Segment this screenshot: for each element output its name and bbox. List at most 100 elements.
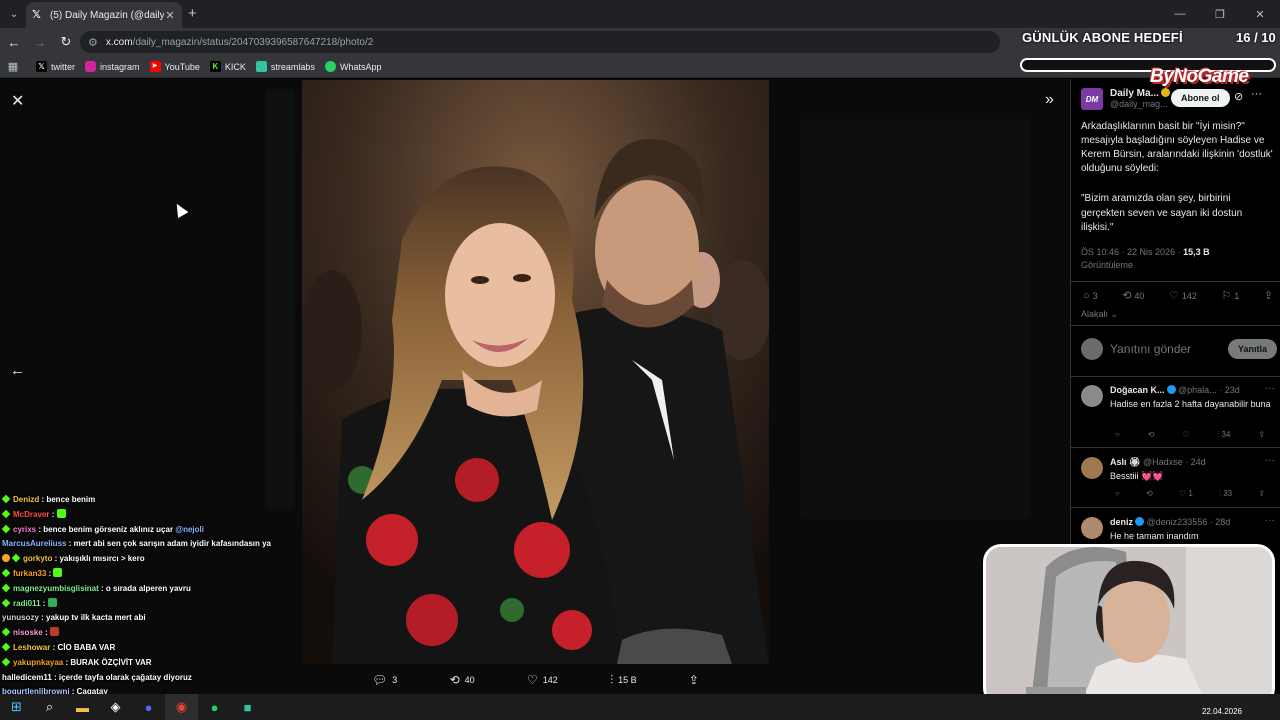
url-field[interactable]: ⚙ x.com/daily_magazin/status/20470393965… [80, 31, 1000, 53]
apps-grid-icon[interactable]: ▦ [0, 60, 26, 73]
heart-icon[interactable]: ♡ [1182, 430, 1189, 440]
repost-icon[interactable]: ⟲ [1146, 489, 1153, 499]
bookmark-label: WhatsApp [339, 61, 382, 72]
repost-action[interactable]: ⟲ 40 [450, 673, 475, 687]
whatsapp-icon [324, 61, 336, 72]
reply-action[interactable]: 💬︎ 3 [372, 673, 397, 687]
bookmark-instagram[interactable]: instagram [85, 61, 140, 72]
subscriber-goal-count: 16 / 10 [1236, 30, 1276, 45]
reply-text: Hadise en fazla 2 hafta dayanabilir buna [1110, 399, 1271, 409]
app-icon[interactable]: ◈ [99, 694, 132, 720]
kick-icon: K [209, 61, 221, 72]
previous-photo-arrow-icon[interactable]: ← [10, 362, 25, 379]
share-icon[interactable]: ⇪ [1258, 430, 1265, 440]
reply-avatar[interactable] [1081, 385, 1103, 407]
browser-tab[interactable]: 𝕏 (5) Daily Magazin (@daily_magazin) / X… [26, 2, 182, 28]
chrome-icon[interactable]: ◉ [165, 694, 198, 720]
more-options-icon[interactable]: ··· [1265, 383, 1275, 394]
stat-replies[interactable]: ○ 3 [1083, 289, 1098, 302]
views-action[interactable]: ⫶ 15 B [610, 673, 637, 688]
more-options-icon[interactable]: ··· [1251, 88, 1262, 100]
bookmark-whatsapp[interactable]: WhatsApp [324, 61, 382, 72]
tweet-photo[interactable] [302, 80, 769, 664]
views-stat[interactable]: ⫶ 34 [1217, 430, 1230, 440]
reply-item[interactable]: Aslı 🏵 @Hadxse · 24d ··· Besstiii 💓💓 ○ ⟲ ♡… [1081, 455, 1277, 512]
related-dropdown[interactable]: Alakalı ⌄ [1081, 309, 1118, 320]
bookmark-label: KICK [224, 61, 246, 72]
new-tab-button[interactable]: + [188, 5, 197, 22]
reply-avatar[interactable] [1081, 517, 1103, 539]
streamlabs-icon[interactable]: ■ [231, 694, 264, 720]
window-controls: — ❐ ✕ [1160, 0, 1280, 28]
bookmark-kick[interactable]: K KICK [209, 61, 246, 72]
reply-text: Besstiii 💓💓 [1110, 471, 1164, 481]
search-icon[interactable]: ⌕ [33, 694, 66, 720]
chat-message: Denizd : bence benim [2, 493, 302, 508]
forward-arrow-icon[interactable]: → [28, 35, 52, 50]
reply-icon[interactable]: ○ [1115, 489, 1120, 499]
tab-search-chevron-icon[interactable]: ⌄ [0, 0, 28, 28]
kick-badge-icon [2, 568, 11, 578]
photo-image [302, 80, 769, 664]
discord-icon[interactable]: ● [132, 694, 165, 720]
heart-icon[interactable]: ♡ 1 [1179, 489, 1193, 499]
spotify-icon[interactable]: ● [198, 694, 231, 720]
bookmark-twitter[interactable]: 𝕏twitter [36, 61, 75, 72]
minimize-icon[interactable]: — [1160, 0, 1200, 28]
share-icon: ⇪ [688, 673, 699, 687]
bookmark-streamlabs[interactable]: streamlabs [255, 61, 315, 72]
author-name: Daily Ma... [1110, 88, 1170, 99]
bookmark-youtube[interactable]: ▶ YouTube [149, 61, 200, 72]
stat-likes[interactable]: ♡ 142 [1169, 289, 1197, 302]
kick-badge-icon [2, 627, 11, 637]
kick-badge-icon [2, 642, 11, 652]
reply-avatar[interactable] [1081, 457, 1103, 479]
reply-item[interactable]: Doğacan K... @phala... · 23d ··· Hadise … [1081, 383, 1277, 445]
webcam-image [986, 547, 1272, 703]
url-path: /daily_magazin/status/204703939658764721… [132, 36, 374, 48]
reload-icon[interactable]: ↻ [54, 34, 78, 50]
bookmark-label: YouTube [164, 61, 200, 72]
tweet-meta: ÖS 10:46 · 22 Nis 2026 · 15,3 B Görüntüle… [1081, 246, 1277, 272]
tab-close-icon[interactable]: ✕ [164, 9, 176, 22]
emote-icon [47, 597, 57, 607]
like-action[interactable]: ♡ 142 [527, 673, 558, 687]
like-count: 142 [542, 675, 558, 685]
reply-input[interactable]: Yanıtını gönder [1110, 342, 1228, 356]
follow-button[interactable]: Abone ol [1171, 89, 1230, 107]
more-options-icon[interactable]: ··· [1265, 515, 1275, 526]
tweet-text: Arkadaşlıklarının basit bir "İyi misin?"… [1081, 121, 1273, 174]
restore-icon[interactable]: ❐ [1200, 0, 1240, 28]
author-avatar[interactable]: DM [1081, 88, 1103, 110]
windows-start-icon[interactable]: ⊞ [0, 694, 33, 720]
stat-reposts[interactable]: ⟲ 40 [1122, 289, 1144, 302]
close-window-icon[interactable]: ✕ [1240, 0, 1280, 28]
chat-message: yakupnkayaa : BURAK ÖZÇİVİT VAR [2, 656, 302, 671]
repost-icon: ⟲ [1122, 290, 1132, 302]
divider [1071, 376, 1280, 377]
views-stat[interactable]: ⫶ 33 [1219, 489, 1232, 499]
repost-icon[interactable]: ⟲ [1148, 430, 1155, 440]
taskbar: ⊞ ⌕ ▬ ◈ ● ◉ ● ■ 22.04.2026 [0, 694, 1280, 720]
reply-icon[interactable]: ○ [1115, 430, 1120, 440]
tweet-author[interactable]: DM Daily Ma... @daily_mag... [1081, 88, 1170, 110]
emote-icon [49, 627, 59, 637]
close-viewer-icon[interactable]: ✕ [11, 91, 24, 111]
chat-message: halledicem11 : içerde tayfa olarak çağat… [2, 672, 192, 682]
reply-text: He he tamam inandım [1110, 531, 1199, 541]
share-icon[interactable]: ⇪ [1258, 489, 1265, 499]
more-options-icon[interactable]: ··· [1265, 455, 1275, 466]
background-sidebar-ghost [265, 89, 295, 509]
kick-badge-icon [2, 494, 11, 504]
expand-panel-icon[interactable]: » [1045, 91, 1054, 109]
file-explorer-icon[interactable]: ▬ [66, 694, 99, 720]
stat-share[interactable]: ⇪ [1264, 289, 1273, 302]
site-info-icon[interactable]: ⚙ [88, 36, 98, 49]
instagram-icon [85, 61, 97, 72]
chat-message: yunusozy : yakup tv ilk kacta mert abi [2, 613, 146, 623]
grok-icon[interactable]: ⊘ [1234, 90, 1243, 103]
share-action[interactable]: ⇪ [689, 673, 699, 687]
stat-bookmarks[interactable]: ⚐ 1 [1221, 289, 1239, 302]
reply-button[interactable]: Yanıtla [1227, 339, 1277, 359]
back-arrow-icon[interactable]: ← [2, 35, 26, 50]
